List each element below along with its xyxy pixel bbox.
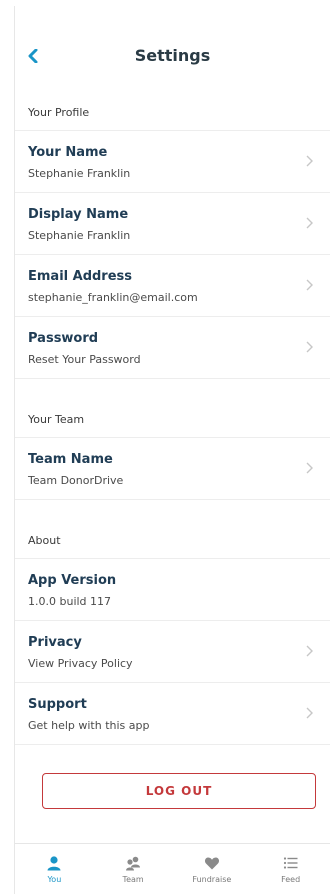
row-subtitle: Team DonorDrive xyxy=(28,474,124,487)
row-title: Team Name xyxy=(28,452,113,467)
chevron-right-icon xyxy=(306,645,313,657)
settings-row-your-name[interactable]: Your Name Stephanie Franklin xyxy=(15,131,330,193)
row-subtitle: Get help with this app xyxy=(28,719,150,732)
heart-icon xyxy=(204,857,219,869)
chevron-right-icon xyxy=(306,279,313,291)
row-title: Support xyxy=(28,697,87,712)
tab-label: You xyxy=(47,874,62,884)
settings-row-support[interactable]: Support Get help with this app xyxy=(15,683,330,745)
chevron-right-icon xyxy=(306,217,313,229)
tab-fundraise[interactable]: Fundraise xyxy=(173,855,251,884)
row-subtitle: Stephanie Franklin xyxy=(28,229,131,242)
row-title: Display Name xyxy=(28,207,129,222)
person-icon xyxy=(47,855,61,870)
row-subtitle: 1.0.0 build 117 xyxy=(28,595,112,608)
tab-you[interactable]: You xyxy=(15,855,93,884)
chevron-right-icon xyxy=(306,341,313,353)
chevron-right-icon xyxy=(306,462,313,474)
row-subtitle: Stephanie Franklin xyxy=(28,167,131,180)
page-title: Settings xyxy=(134,46,211,65)
row-title: Email Address xyxy=(28,269,133,284)
tab-label: Fundraise xyxy=(192,874,232,884)
chevron-right-icon xyxy=(306,707,313,719)
section-header-profile: Your Profile xyxy=(15,94,330,131)
row-title: App Version xyxy=(28,573,117,588)
tab-team[interactable]: Team xyxy=(94,855,172,884)
settings-row-privacy[interactable]: Privacy View Privacy Policy xyxy=(15,621,330,683)
tab-feed[interactable]: Feed xyxy=(252,855,330,884)
row-title: Your Name xyxy=(28,145,108,160)
section-header-about: About xyxy=(15,522,330,559)
list-icon xyxy=(283,856,298,869)
tab-label: Feed xyxy=(281,874,301,884)
settings-row-team-name[interactable]: Team Name Team DonorDrive xyxy=(15,438,330,500)
header: Settings xyxy=(15,6,330,94)
logout-container: LOG OUT xyxy=(15,745,330,809)
settings-row-email[interactable]: Email Address stephanie_franklin@email.c… xyxy=(15,255,330,317)
logout-button[interactable]: LOG OUT xyxy=(42,773,316,809)
row-subtitle: stephanie_franklin@email.com xyxy=(28,291,198,304)
tab-label: Team xyxy=(122,874,144,884)
row-subtitle: Reset Your Password xyxy=(28,353,141,366)
section-header-team: Your Team xyxy=(15,401,330,438)
team-icon xyxy=(126,856,141,870)
settings-row-app-version: App Version 1.0.0 build 117 xyxy=(15,559,330,621)
tab-bar: You Team Fundraise Feed xyxy=(15,843,330,894)
row-title: Privacy xyxy=(28,635,82,650)
row-subtitle: View Privacy Policy xyxy=(28,657,133,670)
settings-row-display-name[interactable]: Display Name Stephanie Franklin xyxy=(15,193,330,255)
row-title: Password xyxy=(28,331,99,346)
settings-screen: Settings Your Profile Your Name Stephani… xyxy=(14,6,330,894)
settings-row-password[interactable]: Password Reset Your Password xyxy=(15,317,330,379)
chevron-right-icon xyxy=(306,155,313,167)
